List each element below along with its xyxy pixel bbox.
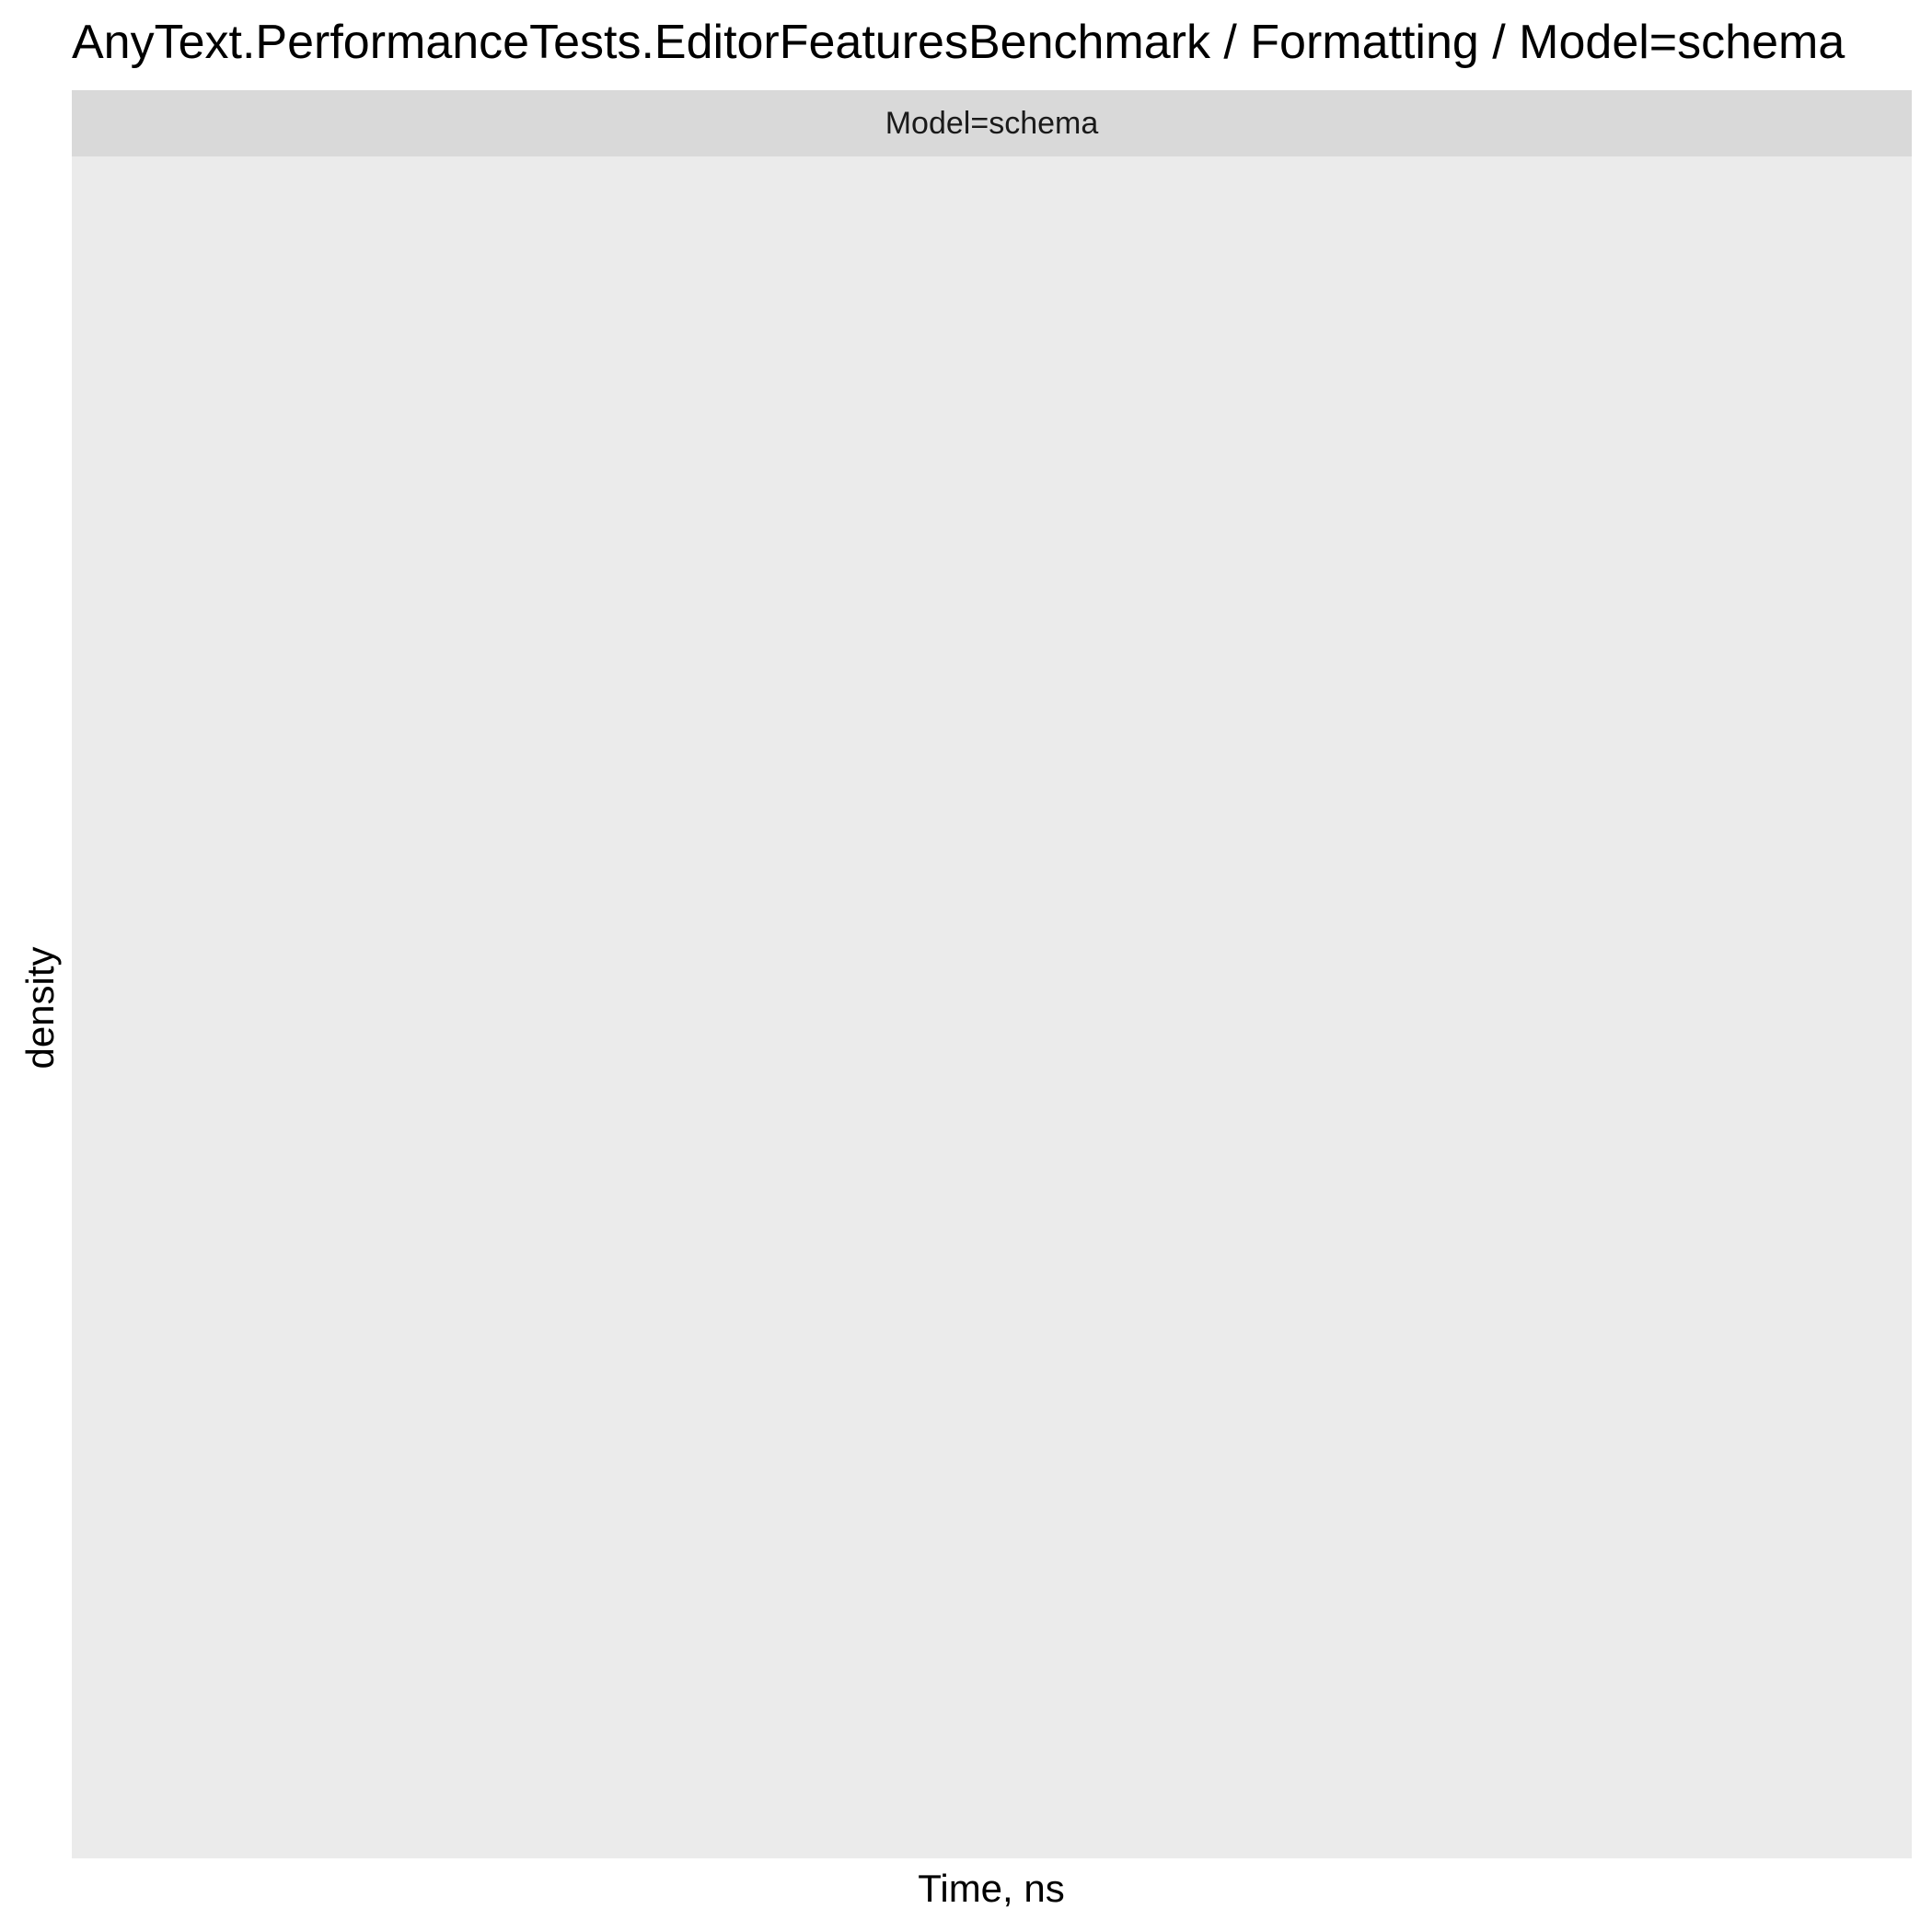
facet-strip: Model=schema — [72, 90, 1912, 156]
y-axis-title: density — [18, 946, 62, 1070]
facet-label: Model=schema — [885, 105, 1099, 141]
plot-panel — [72, 156, 1912, 1858]
chart-title: AnyText.PerformanceTests.EditorFeaturesB… — [72, 16, 1845, 69]
plot-area-svg — [72, 156, 1912, 1858]
chart-page: { "chart_data": { "type": "area", "title… — [0, 0, 1932, 1932]
x-axis-title: Time, ns — [918, 1867, 1065, 1910]
